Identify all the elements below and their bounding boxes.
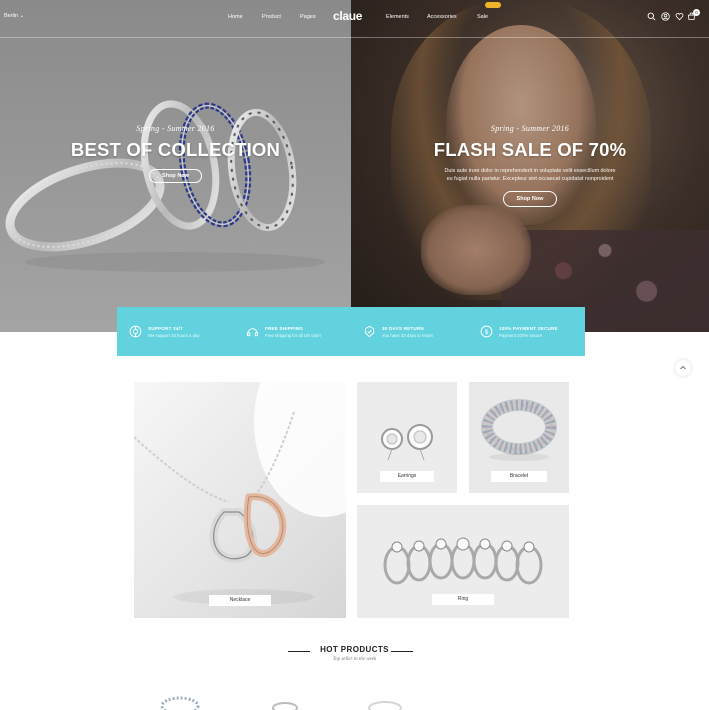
features-bar: SUPPORT 24/7 We support 24 hours a day F… <box>117 307 585 356</box>
site-header: Berlin ⌄ Home Product Pages claue Elemen… <box>0 0 709 38</box>
hero-right-shop-now-button[interactable]: Shop Now <box>502 191 558 207</box>
product-thumbnail[interactable] <box>265 697 305 710</box>
product-thumbnail[interactable] <box>150 692 210 710</box>
user-icon[interactable] <box>661 12 670 21</box>
hero-right-description-line: Duis aute irure dolor in reprehenderit i… <box>444 168 616 174</box>
nav-accessories[interactable]: Accessories <box>427 14 457 20</box>
feature-return: 30 DAYS RETURN You have 30 days to retur… <box>351 307 468 356</box>
nav-badge <box>485 2 501 8</box>
chevron-down-icon: ⌄ <box>19 13 25 19</box>
language-selector[interactable]: Berlin ⌄ <box>4 13 24 19</box>
section-subtitle: Top seller in the week <box>332 657 377 662</box>
nav-elements[interactable]: Elements <box>386 14 409 20</box>
category-label: Ring <box>432 594 494 605</box>
svg-text:$: $ <box>485 329 489 336</box>
feature-subtitle: Free shipping for all US order <box>265 332 322 338</box>
necklace-image <box>134 382 346 605</box>
feature-subtitle: You have 30 days to return <box>382 332 434 338</box>
product-thumbnail[interactable] <box>360 696 410 710</box>
category-ring[interactable]: Ring <box>357 505 569 618</box>
feature-title: FREE SHIPPING <box>265 325 304 331</box>
category-necklace[interactable]: Necklace <box>134 382 346 618</box>
feature-payment: $ 100% PAYMENT SECURE Payment 100% secur… <box>468 307 585 356</box>
feature-shipping: FREE SHIPPING Free shipping for all US o… <box>234 307 351 356</box>
cart-count-badge: 0 <box>693 9 700 16</box>
feature-subtitle: We support 24 hours a day <box>148 332 200 338</box>
hero-right-description: Duis aute irure dolor in reprehenderit i… <box>351 167 709 183</box>
nav-home[interactable]: Home <box>228 14 243 20</box>
feature-title: 30 DAYS RETURN <box>382 325 424 331</box>
heart-icon[interactable] <box>675 12 684 21</box>
support-icon <box>129 325 142 338</box>
hero-left-shop-now-button[interactable]: Shop Now <box>149 169 202 183</box>
payment-icon: $ <box>480 325 493 338</box>
feature-title: SUPPORT 24/7 <box>148 325 183 331</box>
hero-right-season: Spring - Summer 2016 <box>490 124 570 133</box>
category-label: Bracelet <box>491 471 547 482</box>
hero-left-headline: BEST OF COLLECTION <box>70 139 281 160</box>
hero-right-copy: Spring - Summer 2016 FLASH SALE OF 70% D… <box>351 124 709 207</box>
hero-right-headline: FLASH SALE OF 70% <box>433 139 627 160</box>
category-earrings[interactable]: Earrings <box>357 382 457 493</box>
nav-product[interactable]: Product <box>262 14 281 20</box>
nav-sale[interactable]: Sale <box>477 14 488 20</box>
hero-slider: Spring - Summer 2016 BEST OF COLLECTION … <box>0 0 709 332</box>
hero-right-description-line: eu fugiat nulla pariatur. Excepteur sint… <box>446 176 614 182</box>
category-bracelet[interactable]: Bracelet <box>469 382 569 493</box>
hero-left-copy: Spring - Summer 2016 BEST OF COLLECTION … <box>0 124 351 183</box>
section-title: HOT PRODUCTS <box>320 645 389 654</box>
language-label: Berlin <box>4 13 19 19</box>
category-label: Necklace <box>209 595 271 606</box>
feature-title: 100% PAYMENT SECURE <box>499 325 558 331</box>
nav-pages[interactable]: Pages <box>300 14 316 20</box>
category-label: Earrings <box>380 471 434 482</box>
chevron-up-icon <box>680 365 686 370</box>
site-logo[interactable]: claue <box>333 9 362 23</box>
page: Spring - Summer 2016 BEST OF COLLECTION … <box>0 0 709 710</box>
feature-subtitle: Payment 100% secure <box>499 332 543 338</box>
divider <box>391 651 413 652</box>
hero-left-season: Spring - Summer 2016 <box>136 124 215 133</box>
search-icon[interactable] <box>647 12 656 21</box>
feature-support: SUPPORT 24/7 We support 24 hours a day <box>117 307 234 356</box>
shipping-icon <box>246 328 259 337</box>
return-icon <box>364 325 375 338</box>
scroll-to-top-button[interactable] <box>675 360 691 376</box>
